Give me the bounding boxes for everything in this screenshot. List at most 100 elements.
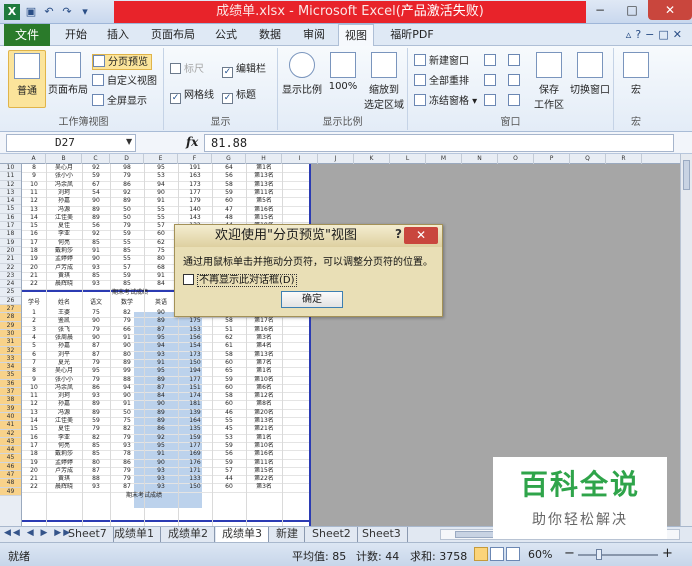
cell[interactable]: 163	[178, 172, 212, 180]
cell[interactable]: 143	[178, 214, 212, 222]
cell[interactable]: 95	[82, 367, 110, 375]
row-header[interactable]: 33	[0, 354, 21, 364]
cell[interactable]: 13	[22, 206, 46, 214]
cell[interactable]: 6	[22, 351, 46, 359]
cell[interactable]: 174	[178, 392, 212, 400]
row-header[interactable]: 48	[0, 479, 21, 488]
cell[interactable]: 59	[110, 230, 144, 238]
cell[interactable]: 53	[212, 434, 246, 442]
maximize-button[interactable]: □	[616, 0, 648, 20]
dont-show-again-checkbox[interactable]: 不再显示此对话框(D)	[183, 271, 297, 287]
page-break-preview-button[interactable]: 分页预览	[92, 54, 152, 70]
cell[interactable]: 173	[178, 351, 212, 359]
cell[interactable]: 3	[22, 326, 46, 334]
vertical-scrollbar[interactable]	[680, 154, 692, 526]
cell[interactable]: 46	[212, 409, 246, 417]
horizontal-scroll-thumb[interactable]	[455, 531, 495, 538]
cell[interactable]: 吴心月	[46, 367, 82, 375]
undo-icon[interactable]: ↶	[42, 5, 56, 19]
cell[interactable]: 59	[212, 189, 246, 197]
row-header[interactable]: 26	[0, 297, 21, 306]
cell[interactable]: 95	[144, 442, 178, 450]
cell[interactable]: 87	[110, 483, 144, 491]
name-box-dropdown-icon[interactable]: ▼	[126, 137, 132, 146]
cell[interactable]: 92	[110, 189, 144, 197]
cell[interactable]: 85	[82, 442, 110, 450]
cell[interactable]: 179	[178, 197, 212, 205]
row-header[interactable]: 44	[0, 446, 21, 455]
cell[interactable]: 90	[82, 334, 110, 342]
cell[interactable]: 第6名	[246, 384, 282, 392]
cell[interactable]: 87	[82, 342, 110, 350]
cell[interactable]: 85	[82, 272, 110, 280]
page-break-status-icon[interactable]	[506, 547, 520, 561]
dialog-ok-button[interactable]: 确定	[281, 291, 343, 308]
cell[interactable]: 78	[110, 450, 144, 458]
cell[interactable]: 95	[144, 367, 178, 375]
cell[interactable]: 第13名	[246, 351, 282, 359]
sheet-tab-sheet3[interactable]: Sheet3	[356, 527, 408, 542]
redo-icon[interactable]: ↷	[60, 5, 74, 19]
cell[interactable]: 79	[110, 475, 144, 483]
arrange-all-button[interactable]: 全部重排	[414, 74, 469, 90]
cell[interactable]: 8	[22, 164, 46, 172]
cell[interactable]: 10	[22, 181, 46, 189]
cell[interactable]: 4	[22, 334, 46, 342]
close-button[interactable]: ✕	[648, 0, 692, 20]
cell[interactable]: 第10名	[246, 376, 282, 384]
cell[interactable]: 18	[22, 450, 46, 458]
reset-position-button[interactable]	[508, 94, 523, 110]
cell[interactable]: 江佳美	[46, 214, 82, 222]
cell[interactable]: 14	[22, 417, 46, 425]
cell[interactable]: 卢芳成	[46, 264, 82, 272]
cell[interactable]: 91	[82, 247, 110, 255]
cell[interactable]: 82	[82, 434, 110, 442]
cell[interactable]: 第20名	[246, 409, 282, 417]
cell[interactable]: 91	[144, 197, 178, 205]
cell[interactable]: 李亚	[46, 230, 82, 238]
row-header[interactable]: 21	[0, 255, 21, 264]
cell[interactable]: 90	[82, 317, 110, 325]
cell[interactable]: 18	[22, 247, 46, 255]
cell[interactable]: 93	[82, 264, 110, 272]
sheet-tab-new[interactable]: 新建	[270, 527, 305, 542]
cell[interactable]: 第3名	[246, 334, 282, 342]
cell[interactable]: 19	[22, 255, 46, 263]
cell[interactable]: 173	[178, 181, 212, 189]
cell[interactable]: 第3名	[246, 483, 282, 491]
cell[interactable]: 56	[212, 172, 246, 180]
cell[interactable]: 79	[110, 467, 144, 475]
cell[interactable]: 93	[82, 483, 110, 491]
cell[interactable]: 第16名	[246, 326, 282, 334]
headings-checkbox[interactable]: ✓ 标题	[222, 88, 256, 104]
sheet-tab-sheet2[interactable]: Sheet2	[306, 527, 358, 542]
cell[interactable]: 58	[212, 392, 246, 400]
cell[interactable]: 44	[212, 475, 246, 483]
cell[interactable]: 卢芳成	[46, 467, 82, 475]
cell[interactable]: 11	[22, 189, 46, 197]
cell[interactable]: 夏佳	[46, 222, 82, 230]
cell[interactable]: 第1名	[246, 434, 282, 442]
cell[interactable]: 58	[212, 181, 246, 189]
cell[interactable]: 169	[178, 450, 212, 458]
column-header[interactable]: A	[22, 154, 46, 164]
cell[interactable]: 95	[144, 164, 178, 172]
cell[interactable]: 133	[178, 475, 212, 483]
cell[interactable]: 16	[22, 434, 46, 442]
cell[interactable]: 91	[144, 450, 178, 458]
column-header[interactable]: K	[354, 154, 390, 164]
cell[interactable]: 17	[22, 442, 46, 450]
column-header[interactable]: O	[498, 154, 534, 164]
cell[interactable]: 59	[212, 459, 246, 467]
cell[interactable]: 17	[22, 239, 46, 247]
cell[interactable]: 孟婷婷	[46, 255, 82, 263]
tab-review[interactable]: 审阅	[296, 24, 332, 46]
cell[interactable]: 第13名	[246, 172, 282, 180]
cell[interactable]: 21	[22, 272, 46, 280]
cell[interactable]: 79	[82, 326, 110, 334]
cell[interactable]: 14	[22, 214, 46, 222]
minimize-ribbon-icon[interactable]: ▵	[626, 28, 636, 41]
cell[interactable]: 90	[144, 309, 178, 317]
zoom-out-button[interactable]: −	[564, 546, 575, 561]
gridlines-checkbox[interactable]: ✓ 网格线	[170, 88, 214, 104]
